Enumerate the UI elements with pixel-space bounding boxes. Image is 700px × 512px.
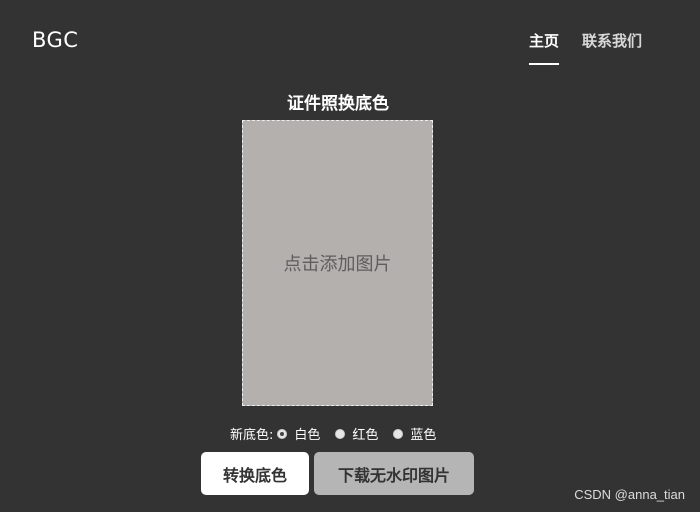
color-option-blue-label: 蓝色	[410, 428, 437, 443]
radio-blue[interactable]	[393, 428, 404, 439]
logo: BGC	[32, 28, 79, 52]
nav-contact-link[interactable]: 联系我们	[582, 30, 642, 59]
radio-white[interactable]	[277, 428, 288, 439]
convert-background-button[interactable]: 转换底色	[201, 452, 309, 495]
color-option-white[interactable]: 白色	[277, 424, 320, 443]
download-image-button[interactable]: 下载无水印图片	[314, 452, 474, 495]
radio-red[interactable]	[335, 428, 346, 439]
nav-home-link[interactable]: 主页	[529, 30, 560, 65]
upload-placeholder-text: 点击添加图片	[283, 254, 392, 275]
image-upload-area[interactable]: 点击添加图片	[242, 120, 433, 406]
color-option-red-label: 红色	[352, 428, 379, 443]
csdn-watermark: CSDN @anna_tian	[574, 487, 685, 502]
top-nav: 主页 联系我们	[529, 30, 642, 65]
page-title: 证件照换底色	[287, 94, 389, 114]
color-option-blue[interactable]: 蓝色	[393, 424, 436, 443]
color-label: 新底色:	[230, 428, 274, 443]
color-option-white-label: 白色	[294, 428, 321, 443]
background-color-selector: 新底色: 白色 红色 蓝色	[230, 424, 451, 443]
color-option-red[interactable]: 红色	[335, 424, 378, 443]
